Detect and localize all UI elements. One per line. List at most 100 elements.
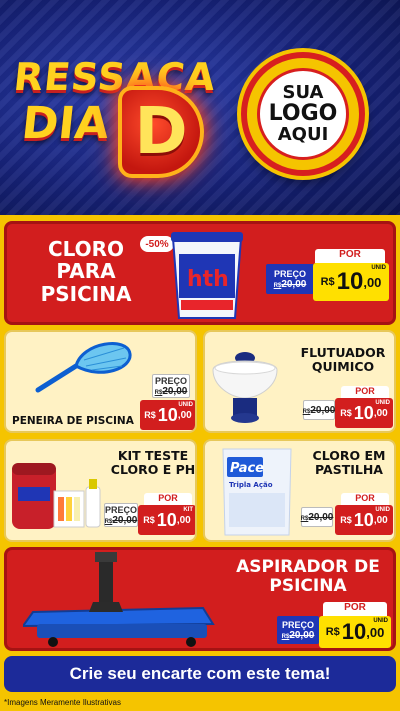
price-unit: UNID <box>375 400 390 406</box>
product-card-aspirador[interactable]: ASPIRADOR DE PSICINA PREÇO R$20,00 POR R… <box>4 547 396 651</box>
por-label: POR <box>315 249 385 263</box>
old-price: R$20,00 <box>274 279 307 290</box>
old-price: R$20,00 <box>105 515 138 526</box>
old-price-value: 20,00 <box>308 511 334 523</box>
old-price: R$20,00 <box>301 512 334 523</box>
new-price-tag: R$ 10 ,00 UNID <box>140 400 195 430</box>
svg-text:hth: hth <box>187 267 229 292</box>
old-price-tag: PREÇO R$20,00 <box>152 374 190 398</box>
title-ressaca: RESSACA <box>11 55 219 99</box>
por-label: POR <box>323 602 387 616</box>
old-price-tag: PREÇO R$20,00 <box>277 616 319 644</box>
price-integer: 10 <box>353 509 374 530</box>
svg-text:Tripla Ação: Tripla Ação <box>229 481 273 489</box>
product-title: FLUTUADOR QUIMICO <box>291 345 394 374</box>
por-label: POR <box>341 493 389 505</box>
logo-line-2: LOGO <box>268 101 338 127</box>
title-d-letter: D <box>134 95 188 169</box>
logo-placeholder[interactable]: SUA LOGO AQUI <box>241 52 365 176</box>
vacuum-head-icon <box>21 552 215 647</box>
price-label: PREÇO <box>105 504 138 515</box>
svg-text:Pace: Pace <box>230 461 264 476</box>
currency: R$ <box>143 515 155 525</box>
price-unit: UNID <box>375 507 390 513</box>
new-price-tag: R$ 10 ,00 KIT <box>138 505 195 535</box>
old-price-tag: R$20,00 <box>301 507 333 527</box>
price-label: PREÇO <box>154 375 187 386</box>
tablet-bag-icon: Pace Tripla Ação <box>222 448 292 536</box>
price-decimal: ,00 <box>373 407 388 419</box>
cta-text: Crie seu encarte com este tema! <box>69 664 331 683</box>
product-title: PENEIRA DE PISCINA <box>12 415 134 427</box>
discount-text: -50% <box>145 238 169 250</box>
currency: R$ <box>144 410 156 420</box>
product-card-peneira[interactable]: PENEIRA DE PISCINA PREÇO R$20,00 R$ 10 ,… <box>4 330 197 433</box>
price-label: PREÇO <box>281 619 314 630</box>
new-price-tag: R$ 10 ,00 UNID <box>335 505 393 535</box>
skimmer-icon <box>35 342 132 393</box>
price-integer: 10 <box>336 268 364 295</box>
old-price: R$20,00 <box>155 386 188 397</box>
old-price-value: 20,00 <box>310 404 336 416</box>
logo-line-1: SUA <box>282 81 324 103</box>
title-dia: DIA <box>19 98 112 149</box>
product-title-line: CLORO E PH <box>110 462 196 477</box>
price-integer: 10 <box>341 619 367 644</box>
product-title-line: PSICINA <box>269 576 347 597</box>
new-price-tag: R$ 10 ,00 UNID <box>335 398 393 428</box>
old-price-tag: PREÇO R$20,00 <box>266 264 314 294</box>
por-label: POR <box>144 493 192 505</box>
old-price-tag: R$20,00 <box>303 400 335 420</box>
price-integer: 10 <box>353 402 374 423</box>
product-title-line: PASTILHA <box>315 462 383 477</box>
old-price-value: 20,00 <box>112 514 138 526</box>
price-integer: 10 <box>157 404 178 425</box>
old-price: R$20,00 <box>303 405 336 416</box>
product-title-line: CLORO <box>47 237 125 261</box>
new-price-tag: R$ 10 ,00 UNID <box>313 263 389 301</box>
test-kit-icon <box>12 463 101 529</box>
pool-skimmer-image <box>32 334 136 398</box>
price-label: PREÇO <box>273 268 306 279</box>
por-label: POR <box>341 386 389 398</box>
price-decimal: ,00 <box>177 409 192 421</box>
old-price-tag: PREÇO R$20,00 <box>104 503 138 527</box>
cta-banner[interactable]: Crie seu encarte com este tema! <box>4 656 396 692</box>
floater-image <box>209 340 281 428</box>
chlorine-tablet-bag-image: Pace Tripla Ação <box>217 445 297 539</box>
test-kit-image <box>8 453 108 539</box>
product-card-kit-teste[interactable]: KIT TESTE CLORO E PH PREÇO R$20,00 POR R… <box>4 439 197 542</box>
product-title-line: FLUTUADOR <box>300 345 386 360</box>
price-unit: UNID <box>373 618 388 624</box>
logo-circle: SUA LOGO AQUI <box>257 68 349 160</box>
product-title-line: PSICINA <box>40 281 132 306</box>
chlorine-bucket-image: hth <box>169 228 245 322</box>
product-title: KIT TESTE CLORO E PH <box>110 448 196 477</box>
price-decimal: ,00 <box>366 624 385 640</box>
product-card-pastilha[interactable]: Pace Tripla Ação CLORO EM PASTILHA R$20,… <box>203 439 396 542</box>
disclaimer-text: *Imagens Meramente Ilustrativas <box>4 698 121 707</box>
old-price-value: 20,00 <box>281 278 307 290</box>
price-unit: UNID <box>371 265 386 271</box>
product-card-cloro[interactable]: CLORO PARA PSICINA -50% hth PREÇO R$20,0… <box>4 221 396 325</box>
price-decimal: ,00 <box>363 274 382 290</box>
old-price-value: 20,00 <box>162 385 188 397</box>
product-title: CLORO EM PASTILHA <box>303 448 394 477</box>
logo-line-3: AQUI <box>277 123 329 145</box>
currency: R$ <box>325 626 340 638</box>
price-unit: KIT <box>183 507 193 513</box>
price-unit: UNID <box>178 402 193 408</box>
new-price-tag: R$ 10 ,00 UNID <box>319 616 391 648</box>
old-price-value: 20,00 <box>289 629 315 641</box>
price-decimal: ,00 <box>373 514 388 526</box>
currency: R$ <box>340 515 352 525</box>
currency: R$ <box>340 408 352 418</box>
bucket-icon: hth <box>171 232 243 319</box>
product-title: CLORO PARA PSICINA <box>21 237 151 306</box>
product-title-line: CLORO EM <box>312 448 386 463</box>
product-card-flutuador[interactable]: FLUTUADOR QUIMICO R$20,00 POR R$ 10 ,00 … <box>203 330 396 433</box>
pool-vacuum-image <box>21 550 223 648</box>
product-title-line: QUIMICO <box>311 359 375 374</box>
product-title-line: KIT TESTE <box>117 448 189 463</box>
price-integer: 10 <box>156 509 177 530</box>
